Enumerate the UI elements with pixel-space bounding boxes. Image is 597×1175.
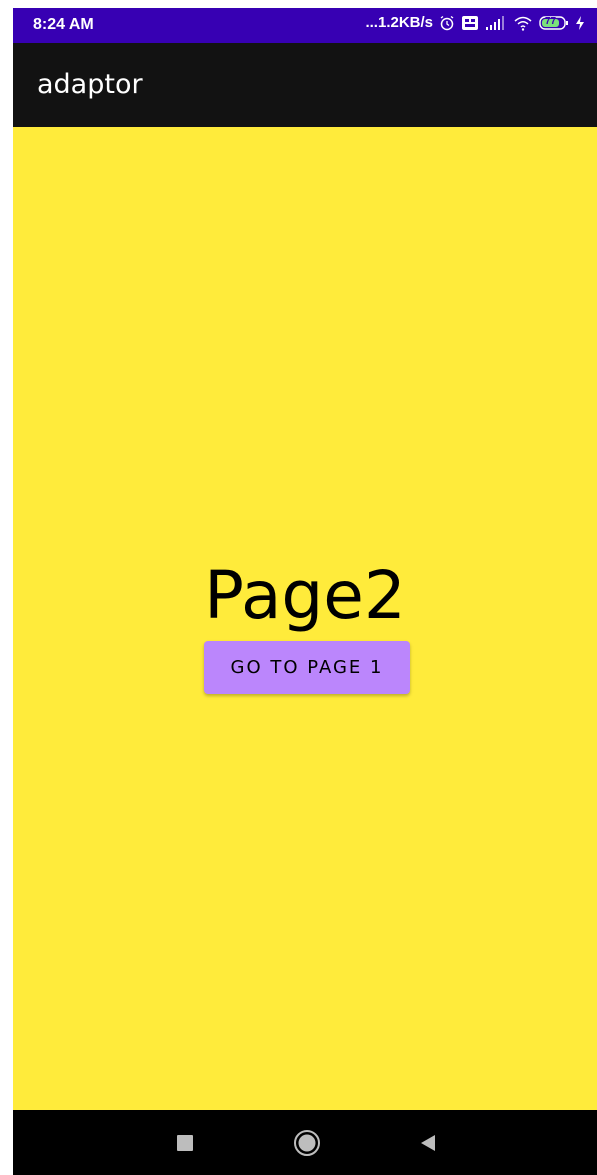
- back-icon[interactable]: [413, 1128, 443, 1158]
- battery-level: 77: [545, 15, 557, 27]
- status-time: 8:24 AM: [33, 16, 94, 33]
- page-content: Page2 GO TO PAGE 1: [13, 127, 597, 1110]
- volte-icon: [461, 15, 479, 31]
- alarm-icon: [439, 15, 455, 31]
- signal-icon: [485, 15, 507, 31]
- status-icons: ...1.2KB/s 77: [365, 14, 585, 31]
- phone-screen: 8:24 AM ...1.2KB/s 77 adaptor Page2 GO T…: [13, 8, 597, 1175]
- status-bar: 8:24 AM ...1.2KB/s 77: [13, 8, 597, 43]
- network-speed: ...1.2KB/s: [365, 14, 433, 31]
- recents-icon[interactable]: [170, 1128, 200, 1158]
- app-title: adaptor: [37, 69, 143, 100]
- app-bar: adaptor: [13, 43, 597, 127]
- charging-icon: [575, 15, 585, 31]
- go-to-page-1-button[interactable]: GO TO PAGE 1: [204, 641, 410, 694]
- navigation-bar: [13, 1110, 597, 1175]
- home-icon[interactable]: [292, 1128, 322, 1158]
- wifi-icon: [513, 15, 533, 31]
- battery-icon: 77: [539, 15, 569, 31]
- page-heading: Page2: [204, 557, 406, 634]
